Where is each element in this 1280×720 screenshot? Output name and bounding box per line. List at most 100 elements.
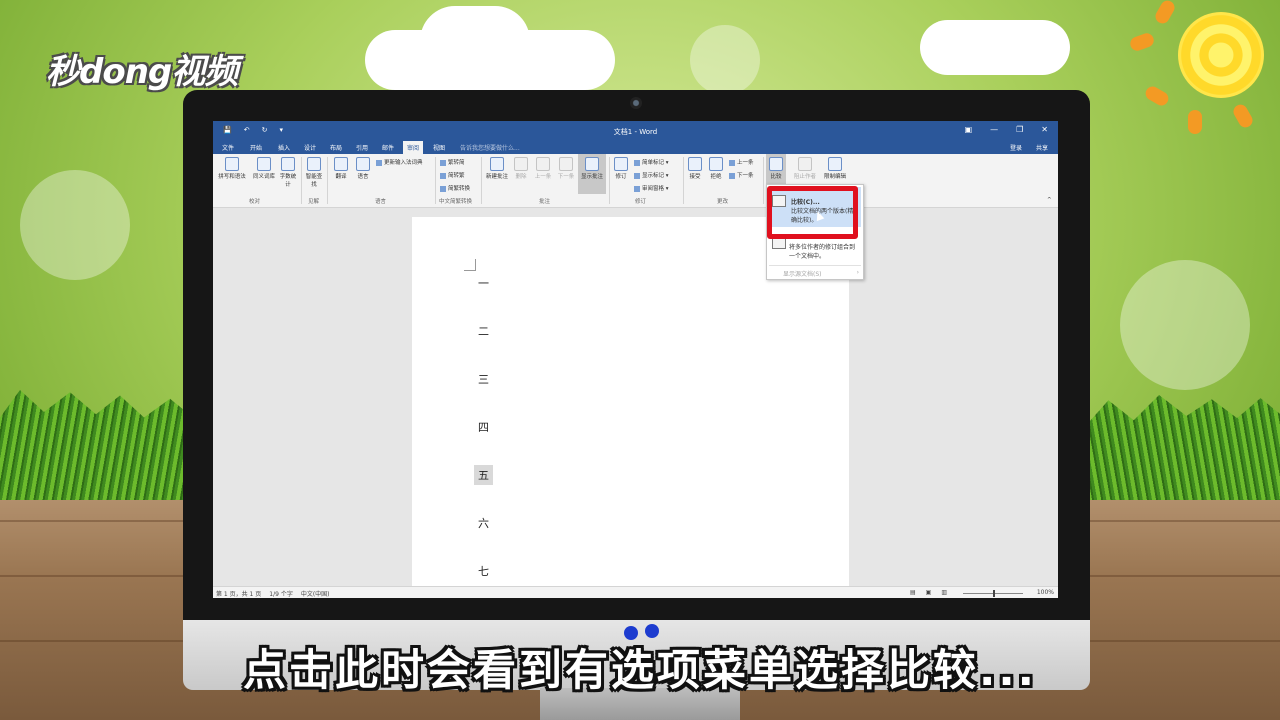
restrict-editing-button[interactable]: 限制编辑 bbox=[821, 157, 849, 180]
ribbon-display-icon[interactable]: ▣ bbox=[965, 125, 973, 134]
comment-prev-icon bbox=[536, 157, 550, 171]
accept-check-icon bbox=[688, 157, 702, 171]
bokeh-light bbox=[1120, 260, 1250, 390]
show-source-documents-item[interactable]: 显示源文档(S) bbox=[783, 269, 822, 278]
reject-x-icon bbox=[709, 157, 723, 171]
chinese-conversion-button[interactable]: 简繁转换 bbox=[440, 184, 470, 192]
block-authors-icon bbox=[798, 157, 812, 171]
language-button[interactable]: 语言 bbox=[353, 157, 373, 180]
document-line-selected[interactable]: 五 bbox=[474, 465, 493, 485]
tab-mailings[interactable]: 邮件 bbox=[382, 143, 394, 152]
show-comments-button[interactable]: 显示批注 bbox=[578, 154, 606, 194]
zoom-slider-handle[interactable] bbox=[993, 590, 995, 597]
minimize-icon[interactable]: — bbox=[990, 125, 998, 134]
simp-to-trad-button[interactable]: 简转繁 bbox=[440, 171, 465, 179]
next-change-button[interactable]: 下一条 bbox=[729, 171, 754, 179]
tab-design[interactable]: 设计 bbox=[304, 143, 316, 152]
spelling-grammar-button[interactable]: 拼写和语法 bbox=[215, 157, 249, 180]
document-area: 一 二 三 四 五 六 七 bbox=[213, 209, 1058, 587]
ribbon-tabs: 文件 开始 插入 设计 布局 引用 邮件 审阅 视图 告诉我您想要做什么... … bbox=[213, 141, 1058, 154]
show-markup-dropdown[interactable]: 显示标记 ▾ bbox=[634, 171, 669, 179]
previous-change-button[interactable]: 上一条 bbox=[729, 158, 754, 166]
tab-view[interactable]: 视图 bbox=[433, 143, 445, 152]
sun-ray bbox=[1230, 102, 1256, 130]
group-label-insights: 见解 bbox=[308, 199, 320, 205]
thesaurus-button[interactable]: 同义词库 bbox=[250, 157, 278, 180]
combine-menu-item[interactable]: 将多位作者的修订组合到一个文档中。 bbox=[789, 243, 859, 261]
track-changes-icon bbox=[614, 157, 628, 171]
print-layout-icon[interactable]: ▣ bbox=[926, 589, 932, 596]
tab-review[interactable]: 审阅 bbox=[403, 141, 424, 154]
cloud bbox=[420, 6, 530, 76]
markup-mode-dropdown[interactable]: 简单标记 ▾ bbox=[634, 158, 669, 166]
show-markup-icon bbox=[634, 172, 640, 179]
video-subtitle: 点击此时会看到有选项菜单选择比较... bbox=[242, 646, 1037, 696]
word-count-button[interactable]: 字数统计 bbox=[279, 157, 297, 188]
lock-icon bbox=[828, 157, 842, 171]
group-label-comments: 批注 bbox=[539, 199, 551, 205]
cloud bbox=[920, 20, 1070, 75]
login-link[interactable]: 登录 bbox=[1010, 143, 1022, 152]
tab-insert[interactable]: 插入 bbox=[278, 143, 290, 152]
restore-icon[interactable]: ❐ bbox=[1016, 125, 1023, 134]
previous-comment-button[interactable]: 上一条 bbox=[532, 157, 554, 180]
close-icon[interactable]: ✕ bbox=[1041, 125, 1048, 134]
track-changes-button[interactable]: 修订 bbox=[612, 157, 630, 180]
tab-references[interactable]: 引用 bbox=[356, 143, 368, 152]
document-line[interactable]: 七 bbox=[478, 563, 489, 579]
group-label-language: 语言 bbox=[375, 199, 387, 205]
document-line[interactable]: 三 bbox=[478, 371, 489, 387]
word-count[interactable]: 1/9 个字 bbox=[269, 589, 293, 598]
document-title: 文档1 - Word bbox=[613, 128, 658, 136]
document-line[interactable]: 四 bbox=[478, 419, 489, 435]
zoom-level[interactable]: 100% bbox=[1037, 589, 1054, 596]
review-pane-dropdown[interactable]: 审阅窗格 ▾ bbox=[634, 184, 669, 192]
brand-logo: 秒dong视频 bbox=[46, 52, 238, 92]
group-label-proofing: 校对 bbox=[249, 199, 261, 205]
sun-icon bbox=[1178, 12, 1264, 98]
compare-button[interactable]: 比较 bbox=[766, 154, 786, 184]
page-count[interactable]: 第 1 页，共 1 页 bbox=[216, 589, 261, 598]
new-comment-button[interactable]: 新建批注 bbox=[484, 157, 510, 180]
review-ribbon: 拼写和语法 同义词库 字数统计 智能查找 翻译 语言 更新输入法词典 繁转简 简… bbox=[213, 154, 1058, 208]
document-line[interactable]: 二 bbox=[478, 323, 489, 339]
abc-count-icon bbox=[281, 157, 295, 171]
reject-button[interactable]: 拒绝 bbox=[707, 157, 725, 180]
margin-corner-mark bbox=[464, 259, 476, 271]
convert-icon bbox=[440, 159, 446, 166]
submenu-arrow-icon: › bbox=[856, 269, 859, 276]
next-comment-button[interactable]: 下一条 bbox=[555, 157, 577, 180]
trad-to-simp-button[interactable]: 繁转简 bbox=[440, 158, 465, 166]
word-window: 💾 ↶ ↻ ▾ 文档1 - Word ▣ — ❐ ✕ 文件 开始 插入 设计 布… bbox=[213, 121, 1058, 598]
grass-right bbox=[1085, 395, 1280, 500]
language-indicator[interactable]: 中文(中国) bbox=[301, 589, 330, 598]
read-mode-icon[interactable]: ▤ bbox=[910, 589, 916, 596]
document-line[interactable]: 一 bbox=[478, 275, 489, 291]
tab-home[interactable]: 开始 bbox=[250, 143, 262, 152]
book-icon bbox=[257, 157, 271, 171]
translate-button[interactable]: 翻译 bbox=[331, 157, 351, 180]
tell-me-search[interactable]: 告诉我您想要做什么... bbox=[460, 143, 520, 152]
review-pane-icon bbox=[634, 185, 640, 192]
block-authors-button[interactable]: 阻止作者 bbox=[791, 157, 819, 180]
bokeh-light bbox=[20, 170, 130, 280]
document-line[interactable]: 六 bbox=[478, 515, 489, 531]
sun-ray bbox=[1143, 83, 1171, 109]
sun-ray bbox=[1188, 110, 1202, 134]
comment-next-icon bbox=[559, 157, 573, 171]
update-ime-dictionary-button[interactable]: 更新输入法词典 bbox=[376, 158, 423, 166]
delete-comment-button[interactable]: 删除 bbox=[512, 157, 530, 180]
show-comments-icon bbox=[585, 157, 599, 171]
compare-icon bbox=[769, 157, 783, 171]
collapse-ribbon-button[interactable]: ^ bbox=[1047, 197, 1052, 203]
tab-layout[interactable]: 布局 bbox=[330, 143, 342, 152]
share-button[interactable]: 共享 bbox=[1036, 143, 1048, 152]
convert-icon bbox=[440, 185, 446, 192]
convert-icon bbox=[440, 172, 446, 179]
web-layout-icon[interactable]: ▥ bbox=[941, 589, 947, 596]
comment-plus-icon bbox=[490, 157, 504, 171]
bokeh-light bbox=[690, 25, 760, 95]
accept-button[interactable]: 接受 bbox=[686, 157, 704, 180]
tab-file[interactable]: 文件 bbox=[222, 143, 234, 152]
smart-lookup-button[interactable]: 智能查找 bbox=[305, 157, 323, 188]
